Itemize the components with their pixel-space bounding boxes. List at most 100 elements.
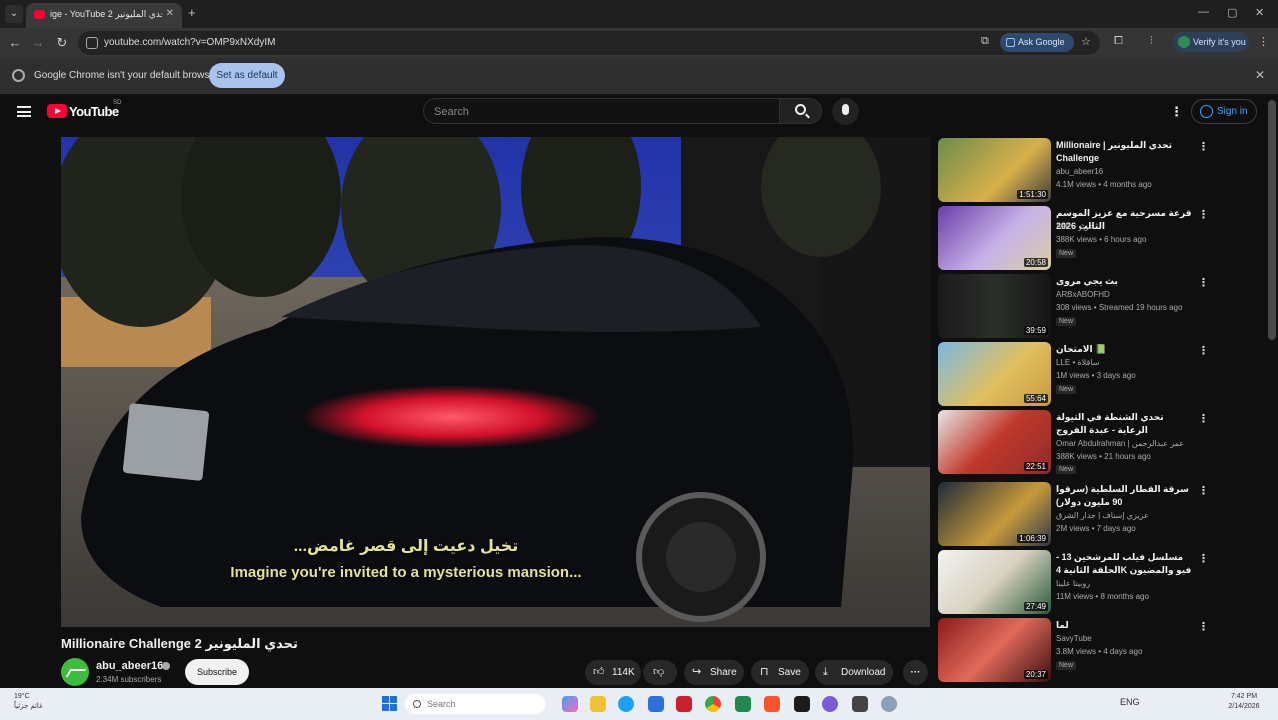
recommendation-channel[interactable]: SavyTube <box>1056 634 1092 643</box>
recommendation-title[interactable]: تحدي الشنطة في التيولة الرعاية - عبدة ال… <box>1056 411 1196 437</box>
recommendation-thumbnail[interactable]: 1:06:39 <box>938 482 1051 546</box>
extensions-icon[interactable]: ⧠ <box>1114 35 1123 48</box>
infobar-close-icon[interactable]: ✕ <box>1255 68 1265 82</box>
more-actions-icon[interactable]: ··· <box>903 660 928 685</box>
restore-icon[interactable]: ▢ <box>1227 6 1237 19</box>
channel-name[interactable]: abu_abeer16 <box>96 660 163 672</box>
set-as-default-button[interactable]: Set as default <box>209 63 285 88</box>
profile-verify-button[interactable]: Verify it's you <box>1173 32 1249 52</box>
sign-in-button[interactable]: Sign in <box>1191 99 1257 124</box>
bookmark-star-icon[interactable]: ☆ <box>1081 35 1091 48</box>
app-icon[interactable] <box>852 696 868 712</box>
site-info-icon[interactable] <box>86 37 98 49</box>
copilot-icon[interactable] <box>562 696 578 712</box>
recommendation-channel[interactable]: LLE • ساقلاة <box>1056 358 1099 367</box>
recommendation-item[interactable]: 1:06:39 سرقة القطار السلطية (سرقوا 90 مل… <box>938 482 1258 546</box>
recommendation-item[interactable]: 39:59 بث يجي مروى ARBxABOFHD 308 views •… <box>938 274 1258 338</box>
new-badge: New <box>1056 317 1077 326</box>
hamburger-menu-icon[interactable] <box>17 106 31 117</box>
channel-avatar[interactable] <box>61 658 89 686</box>
tab-search-chevron-icon[interactable]: ⌄ <box>5 5 23 23</box>
url-text: youtube.com/watch?v=OMP9xNXdyIM <box>104 37 276 48</box>
recommendation-title[interactable]: الامتحان 📗 <box>1056 343 1196 356</box>
taskbar-search[interactable]: Search <box>405 694 545 714</box>
recommendation-menu-icon[interactable]: ⋮ <box>1198 484 1209 497</box>
recommendation-channel[interactable]: روبيتا علينا <box>1056 579 1090 588</box>
weather-widget[interactable]: 19°C غائم جزئياً <box>14 692 43 712</box>
recommendation-thumbnail[interactable]: 27:49 <box>938 550 1051 614</box>
recommendation-channel[interactable]: Aziz - عزيز <box>1056 222 1094 231</box>
ask-google-button[interactable]: Ask Google <box>1000 33 1074 52</box>
voice-search-button[interactable] <box>832 98 859 125</box>
recommendation-item[interactable]: 1:51:30 Millionaire | تحدي المليونير Cha… <box>938 138 1258 202</box>
discord-icon[interactable] <box>822 696 838 712</box>
recommendation-menu-icon[interactable]: ⋮ <box>1198 552 1209 565</box>
youtube-logo-icon[interactable] <box>47 104 67 118</box>
window-close-icon[interactable]: ✕ <box>1255 6 1264 19</box>
recommendation-channel[interactable]: Omar Abdulrahman | عمر عبدالرحمن <box>1056 439 1184 448</box>
recommendation-thumbnail[interactable]: 22:51 <box>938 410 1051 474</box>
like-button[interactable]: 👍︎ 114K <box>585 660 641 685</box>
save-button[interactable]: ⊓ Save <box>751 660 809 685</box>
store-icon[interactable] <box>648 696 664 712</box>
recommendation-menu-icon[interactable]: ⋮ <box>1198 620 1209 633</box>
search-button[interactable] <box>779 98 822 124</box>
edge-icon[interactable] <box>618 696 634 712</box>
chrome-menu-icon[interactable]: ⋮ <box>1258 35 1269 48</box>
recommendation-thumbnail[interactable]: 1:51:30 <box>938 138 1051 202</box>
recommendation-menu-icon[interactable]: ⋮ <box>1198 140 1209 153</box>
clock[interactable]: 7:42 PM 2/14/2026 <box>1222 692 1266 712</box>
recommendation-channel[interactable]: عزيزي إسناف | جدار الشرق <box>1056 511 1149 520</box>
recommendation-thumbnail[interactable]: 20:58 <box>938 206 1051 270</box>
settings-more-icon[interactable]: ⋮ <box>1170 104 1183 120</box>
download-button[interactable]: ⤓ Download <box>815 660 893 685</box>
address-bar[interactable]: youtube.com/watch?v=OMP9xNXdyIM <box>78 31 1100 55</box>
page-scrollbar[interactable] <box>1268 100 1276 340</box>
tab-close-icon[interactable]: ✕ <box>166 8 174 19</box>
recommendation-menu-icon[interactable]: ⋮ <box>1198 412 1209 425</box>
terminal-icon[interactable] <box>794 696 810 712</box>
back-icon[interactable]: ← <box>7 35 23 50</box>
excel-icon[interactable] <box>735 696 751 712</box>
recommendation-title[interactable]: مسلسل فيلب للمرشحين 13 - الحلقة الثانية … <box>1056 551 1196 577</box>
recommendation-thumbnail[interactable]: 20:37 <box>938 618 1051 682</box>
recommendation-channel[interactable]: abu_abeer16 <box>1056 167 1103 176</box>
browser-tab-active[interactable]: ige - YouTube 2 تحدي المليونير ✕ <box>26 3 182 28</box>
recommendation-menu-icon[interactable]: ⋮ <box>1198 344 1209 357</box>
settings-icon[interactable] <box>881 696 897 712</box>
dislike-button[interactable]: 👎︎ <box>643 660 677 685</box>
recommendation-channel[interactable]: ARBxABOFHD <box>1056 290 1110 299</box>
recommendation-title[interactable]: سرقة القطار السلطية (سرقوا 90 مليون دولا… <box>1056 483 1196 509</box>
recommendation-title[interactable]: Millionaire | تحدي المليونير Challenge <box>1056 139 1196 165</box>
recommendation-thumbnail[interactable]: 55:64 <box>938 342 1051 406</box>
recommendation-thumbnail[interactable]: 39:59 <box>938 274 1051 338</box>
reload-icon[interactable]: ↻ <box>54 35 70 51</box>
recommendation-item[interactable]: 20:37 لما SavyTube 3.8M views • 4 days a… <box>938 618 1258 682</box>
share-button[interactable]: ↪ Share <box>684 660 744 685</box>
recommendation-item[interactable]: 20:58 قرعة مسرحية مع عزيز الموسم الثالث … <box>938 206 1258 270</box>
chrome-icon[interactable] <box>705 696 721 712</box>
user-icon <box>1200 105 1213 118</box>
system-tray-language[interactable]: ENG <box>1120 697 1140 707</box>
recommendation-title[interactable]: بث يجي مروى <box>1056 275 1196 288</box>
recommendation-title[interactable]: لما <box>1056 619 1196 632</box>
subscribe-button[interactable]: Subscribe <box>185 659 249 685</box>
search-input[interactable] <box>434 104 764 119</box>
recommendation-item[interactable]: 55:64 الامتحان 📗 LLE • ساقلاة 1M views •… <box>938 342 1258 406</box>
forward-icon[interactable]: → <box>30 35 46 50</box>
recommendation-item[interactable]: 27:49 مسلسل فيلب للمرشحين 13 - الحلقة ال… <box>938 550 1258 614</box>
recommendation-meta: 308 views • Streamed 19 hours ago <box>1056 303 1183 312</box>
recommendation-menu-icon[interactable]: ⋮ <box>1198 208 1209 221</box>
brave-icon[interactable] <box>764 696 780 712</box>
cast-icon[interactable]: ⧉ <box>981 35 989 48</box>
new-tab-button[interactable]: + <box>188 5 196 20</box>
start-button[interactable] <box>382 696 398 712</box>
recommendation-item[interactable]: 22:51 تحدي الشنطة في التيولة الرعاية - ع… <box>938 410 1258 474</box>
youtube-wordmark[interactable]: YouTube <box>69 104 119 119</box>
bookmark-icon: ⊓ <box>760 666 769 678</box>
file-explorer-icon[interactable] <box>590 696 606 712</box>
minimize-icon[interactable]: — <box>1198 6 1209 18</box>
acrobat-icon[interactable] <box>676 696 692 712</box>
recommendation-menu-icon[interactable]: ⋮ <box>1198 276 1209 289</box>
tab-groups-icon[interactable]: ⫶ <box>1150 35 1153 48</box>
